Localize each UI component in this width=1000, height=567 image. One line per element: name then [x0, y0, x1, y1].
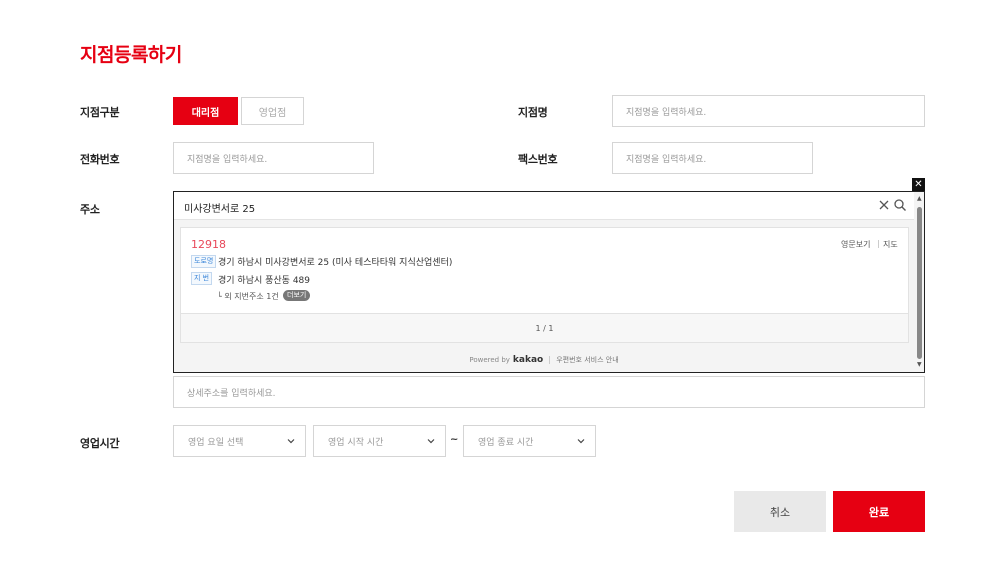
cancel-button[interactable]: 취소 [734, 491, 826, 532]
pagination: 1 / 1 [180, 314, 909, 343]
footer-divider [549, 356, 551, 364]
scroll-up-arrow[interactable]: ▲ [917, 195, 922, 202]
branch-name-input[interactable]: 지점명을 입력하세요. [612, 95, 925, 127]
address-result-item[interactable]: 12918 도로명 경기 하남시 미사강변서로 25 (미사 테스타타워 지식산… [180, 227, 909, 314]
postcode-widget: 미사강변서로 25 ▲ ▼ 12918 도로명 경기 하남시 미사강변서로 25… [173, 191, 925, 373]
end-time-select[interactable]: 영업 종료 시간 [463, 425, 596, 457]
widget-scrollbar[interactable]: ▲ ▼ [915, 195, 924, 371]
scroll-thumb[interactable] [917, 207, 922, 359]
hours-label: 영업시간 [80, 437, 120, 450]
day-select-value: 영업 요일 선택 [188, 437, 244, 448]
link-divider [878, 240, 879, 248]
result-zipcode[interactable]: 12918 [191, 238, 226, 251]
fax-label: 팩스번호 [518, 153, 558, 166]
start-time-select[interactable]: 영업 시작 시간 [313, 425, 446, 457]
start-time-value: 영업 시작 시간 [328, 437, 384, 448]
map-link[interactable]: 지도 [883, 239, 898, 250]
branch-type-sales-button[interactable]: 영업점 [241, 97, 304, 125]
phone-input[interactable]: 지점명을 입력하세요. [173, 142, 374, 174]
road-address-badge: 도로명 [191, 255, 217, 268]
detail-address-input[interactable]: 상세주소를 입력하세요. [173, 376, 925, 408]
powered-by-text: Powered by [469, 356, 510, 364]
branch-type-dealer-button[interactable]: 대리점 [173, 97, 238, 125]
chevron-down-icon [427, 439, 435, 444]
widget-footer: Powered by kakao 우편번호 서비스 안내 [174, 350, 914, 370]
chevron-down-icon [577, 439, 585, 444]
close-icon[interactable]: ✕ [912, 178, 925, 191]
other-lot-addresses: └ 외 지번주소 1건 [217, 292, 279, 301]
scroll-down-arrow[interactable]: ▼ [917, 361, 922, 368]
branch-type-label: 지점구분 [80, 106, 120, 119]
day-select[interactable]: 영업 요일 선택 [173, 425, 306, 457]
page-title: 지점등록하기 [80, 44, 182, 66]
clear-icon[interactable] [877, 198, 891, 212]
branch-name-label: 지점명 [518, 106, 548, 119]
phone-label: 전화번호 [80, 153, 120, 166]
end-time-value: 영업 종료 시간 [478, 437, 534, 448]
kakao-logo: kakao [512, 355, 544, 365]
fax-input[interactable]: 지점명을 입력하세요. [612, 142, 813, 174]
search-icon[interactable] [893, 198, 907, 212]
postcode-search-input[interactable]: 미사강변서로 25 [184, 200, 255, 215]
time-separator: ~ [450, 434, 459, 445]
lot-address-badge: 지 번 [191, 272, 213, 285]
road-address[interactable]: 경기 하남시 미사강변서로 25 (미사 테스타타워 지식산업센터) [218, 255, 452, 268]
postcode-service-link[interactable]: 우편번호 서비스 안내 [556, 355, 618, 365]
lot-address[interactable]: 경기 하남시 풍산동 489 [218, 273, 310, 286]
chevron-down-icon [287, 439, 295, 444]
english-view-link[interactable]: 영문보기 [841, 239, 870, 250]
more-button[interactable]: 더보기 [283, 290, 311, 301]
done-button[interactable]: 완료 [833, 491, 925, 532]
address-label: 주소 [80, 203, 100, 216]
postcode-search-bar: 미사강변서로 25 [174, 192, 914, 220]
